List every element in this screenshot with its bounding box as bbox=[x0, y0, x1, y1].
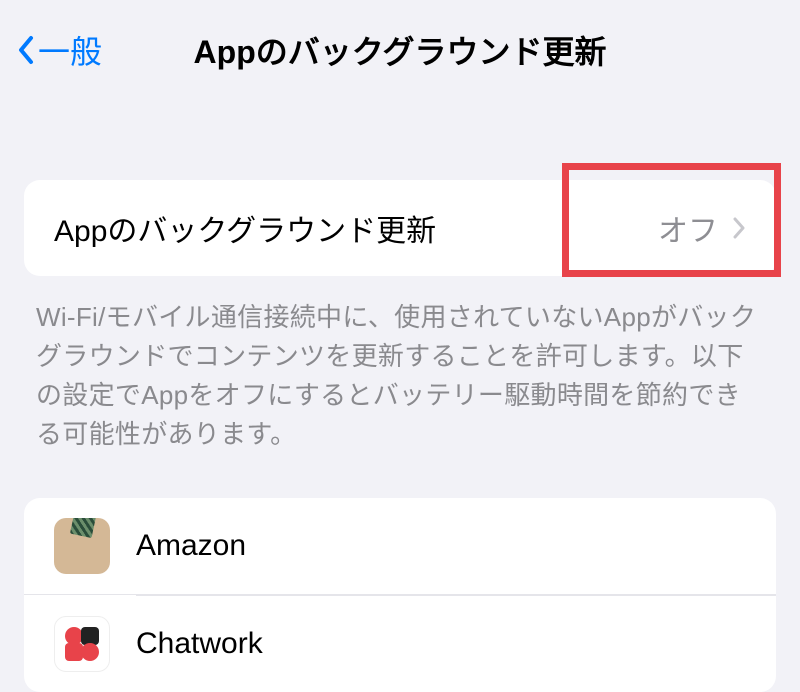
setting-value: オフ bbox=[658, 206, 718, 250]
background-refresh-cell[interactable]: Appのバックグラウンド更新 オフ bbox=[24, 180, 776, 276]
setting-value-wrap: オフ bbox=[658, 206, 746, 250]
page-title: Appのバックグラウンド更新 bbox=[194, 27, 607, 73]
back-button[interactable]: 一般 bbox=[16, 27, 102, 73]
app-name-label: Chatwork bbox=[136, 627, 263, 661]
section-footer-text: Wi-Fi/モバイル通信接続中に、使用されていないAppがバックグラウンドでコン… bbox=[0, 276, 800, 454]
app-row-chatwork[interactable]: Chatwork bbox=[24, 596, 776, 692]
back-label: 一般 bbox=[38, 27, 102, 73]
app-row-amazon[interactable]: Amazon bbox=[24, 498, 776, 595]
app-list: Amazon Chatwork bbox=[24, 498, 776, 692]
setting-label: Appのバックグラウンド更新 bbox=[54, 206, 436, 250]
amazon-app-icon bbox=[54, 518, 110, 574]
main-setting-section: Appのバックグラウンド更新 オフ Wi-Fi/モバイル通信接続中に、使用されて… bbox=[0, 180, 800, 454]
app-name-label: Amazon bbox=[136, 529, 246, 563]
chatwork-app-icon bbox=[54, 616, 110, 672]
chevron-left-icon bbox=[16, 33, 36, 67]
chevron-right-icon bbox=[732, 217, 746, 239]
navigation-bar: 一般 Appのバックグラウンド更新 bbox=[0, 0, 800, 100]
